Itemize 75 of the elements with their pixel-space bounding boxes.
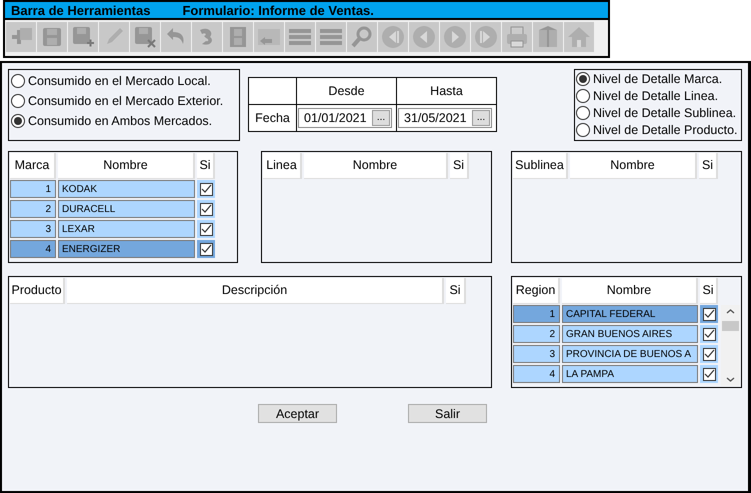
checkbox[interactable]: [702, 348, 716, 360]
column-header: Hasta: [396, 78, 496, 104]
column-header: Linea: [263, 153, 302, 179]
form-button[interactable]: Aceptar: [258, 404, 337, 423]
option-label: Nivel de Detalle Linea.: [593, 88, 718, 104]
date-picker-button[interactable]: ...: [372, 110, 390, 126]
table-cell: PROVINCIA DE BUENOS A: [562, 345, 698, 363]
column-header: Si: [446, 278, 466, 304]
option-label: Nivel de Detalle Marca.: [593, 71, 722, 87]
column-header: Nombre: [58, 153, 195, 179]
column-header: Nombre: [562, 278, 698, 304]
table-cell: 1: [10, 180, 56, 198]
skip-back-icon: [380, 24, 406, 50]
column-header: Si: [450, 153, 469, 179]
column-header: Producto: [10, 278, 65, 304]
table-cell: CAPITAL FEDERAL: [562, 305, 698, 323]
table-cell: 4: [10, 240, 56, 258]
checkbox[interactable]: [702, 308, 716, 320]
checkbox[interactable]: [702, 368, 716, 380]
column-header: Si: [197, 153, 215, 179]
checkbox[interactable]: [200, 222, 212, 236]
window-title: Barra de Herramientas: [11, 2, 150, 18]
column-header: Marca: [10, 153, 56, 179]
table-cell: KODAK: [58, 180, 195, 198]
form-button[interactable]: Salir: [408, 404, 487, 423]
table-cell: 1: [513, 305, 560, 323]
date-field[interactable]: 31/05/2021 ...: [398, 108, 492, 128]
printer-icon: [504, 24, 530, 50]
table-cell: 2: [513, 325, 560, 343]
radio-button[interactable]: [576, 106, 590, 120]
column-header: Si: [700, 278, 718, 304]
home-icon: [566, 24, 592, 50]
form-title: Formulario: Informe de Ventas.: [182, 2, 374, 18]
play-icon: [442, 24, 468, 50]
column-header: Descripción: [67, 278, 444, 304]
radio-button[interactable]: [576, 123, 590, 137]
radio-button[interactable]: [11, 114, 25, 128]
date-value: 31/05/2021: [404, 110, 467, 127]
radio-button[interactable]: [576, 72, 590, 86]
scrollbar[interactable]: [721, 305, 740, 386]
table-cell: DURACELL: [58, 200, 195, 218]
checkbox[interactable]: [200, 242, 212, 256]
checkbox[interactable]: [200, 202, 212, 216]
radio-option[interactable]: Nivel de Detalle Marca.: [576, 71, 741, 87]
floppy-x-icon: [132, 24, 158, 50]
checkbox[interactable]: [702, 328, 716, 340]
option-label: Consumido en Ambos Mercados.: [28, 113, 212, 129]
radio-button[interactable]: [11, 94, 25, 108]
column-header: Si: [699, 153, 718, 179]
radio-button[interactable]: [576, 89, 590, 103]
date-value: 01/01/2021: [304, 110, 367, 127]
play-back-icon: [411, 24, 437, 50]
table-cell: LA PAMPA: [562, 365, 698, 383]
table-cell: 3: [513, 345, 560, 363]
table-cell: ENERGIZER: [58, 240, 195, 258]
checkbox[interactable]: [200, 182, 212, 196]
date-field[interactable]: 01/01/2021 ...: [298, 108, 392, 128]
column-header: Nombre: [570, 153, 697, 179]
date-picker-button[interactable]: ...: [472, 110, 490, 126]
skip-forward-icon: [473, 24, 499, 50]
table-cell: GRAN BUENOS AIRES: [562, 325, 698, 343]
table-cell: 2: [10, 200, 56, 218]
table-cell: 3: [10, 220, 56, 238]
column-header: Nombre: [304, 153, 448, 179]
radio-option[interactable]: Consumido en el Mercado Local.: [11, 73, 239, 89]
table-cell: 4: [513, 365, 560, 383]
option-label: Consumido en el Mercado Local.: [28, 73, 211, 89]
radio-option[interactable]: Consumido en Ambos Mercados.: [11, 113, 239, 129]
radio-button[interactable]: [11, 74, 25, 88]
column-header: Sublinea: [513, 153, 568, 179]
column-header: Desde: [296, 78, 396, 104]
radio-option[interactable]: Nivel de Detalle Linea.: [576, 88, 741, 104]
column-header: Region: [513, 278, 560, 304]
row-label: Fecha: [248, 104, 296, 132]
table-cell: LEXAR: [58, 220, 195, 238]
